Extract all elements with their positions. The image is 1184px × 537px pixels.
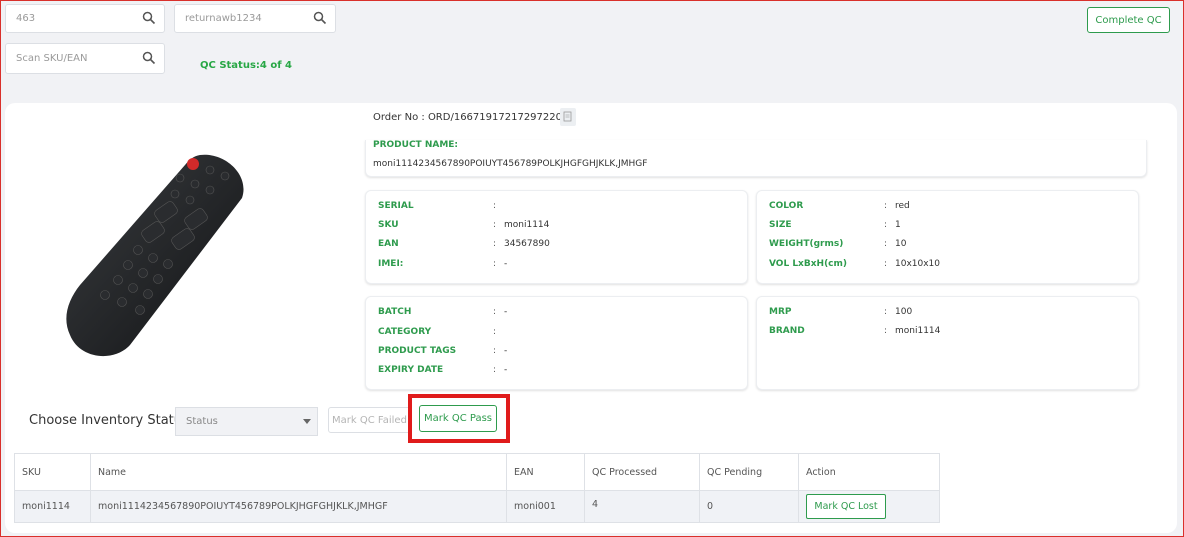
sku-ean-search-input[interactable]: Scan SKU/EAN [5, 43, 165, 74]
order-search-value: 463 [16, 13, 36, 24]
mark-qc-lost-button[interactable]: Mark QC Lost [806, 494, 886, 519]
details-panel-primary [365, 190, 748, 284]
awb-search-input[interactable]: returnawb1234 [174, 4, 336, 33]
qc-status-text: QC Status:4 of 4 [200, 60, 293, 71]
inventory-status-select[interactable]: Status [175, 407, 318, 436]
product-image-remote [66, 154, 244, 357]
order-number-value: : ORD/1667191721729722088 [421, 112, 575, 123]
cell-qc-processed: 4 [584, 490, 700, 523]
cell-sku: moni1114 [14, 490, 91, 523]
order-number: Order No : ORD/1667191721729722088 [373, 112, 575, 123]
mark-qc-failed-button[interactable]: Mark QC Failed [328, 407, 411, 433]
column-header-qc-processed: QC Processed [584, 453, 700, 491]
chevron-down-icon [303, 419, 311, 424]
details-panel-secondary [365, 296, 748, 390]
awb-search-value: returnawb1234 [185, 13, 262, 24]
table-row: moni1114 moni1114234567890POIUYT456789PO… [14, 490, 940, 523]
product-name: moni1114234567890POIUYT456789POLKJHGFGHJ… [373, 159, 648, 169]
order-number-label: Order No [373, 112, 419, 123]
search-icon[interactable] [142, 11, 156, 25]
cell-action: Mark QC Lost [798, 490, 940, 523]
sku-ean-placeholder: Scan SKU/EAN [16, 53, 88, 64]
column-header-qc-pending: QC Pending [699, 453, 799, 491]
search-icon[interactable] [142, 51, 156, 65]
table-header-row: SKU Name EAN QC Processed QC Pending Act… [14, 453, 940, 491]
qc-items-table: SKU Name EAN QC Processed QC Pending Act… [14, 453, 940, 523]
status-select-value: Status [186, 416, 218, 427]
column-header-action: Action [798, 453, 940, 491]
column-header-ean: EAN [506, 453, 585, 491]
inventory-status-label: Choose Inventory Status [29, 413, 189, 428]
cell-ean: moni001 [506, 490, 585, 523]
highlight-box [408, 394, 510, 443]
column-header-name: Name [90, 453, 507, 491]
column-header-sku: SKU [14, 453, 91, 491]
copy-icon[interactable] [560, 108, 576, 126]
details-panel-pricing [756, 296, 1139, 390]
cell-name: moni1114234567890POIUYT456789POLKJHGFGHJ… [90, 490, 507, 523]
complete-qc-button[interactable]: Complete QC [1087, 7, 1170, 33]
search-icon[interactable] [313, 11, 327, 25]
product-name-label: PRODUCT NAME: [373, 140, 459, 150]
order-search-input[interactable]: 463 [5, 4, 165, 33]
details-panel-attributes [756, 190, 1139, 284]
cell-qc-pending: 0 [699, 490, 799, 523]
